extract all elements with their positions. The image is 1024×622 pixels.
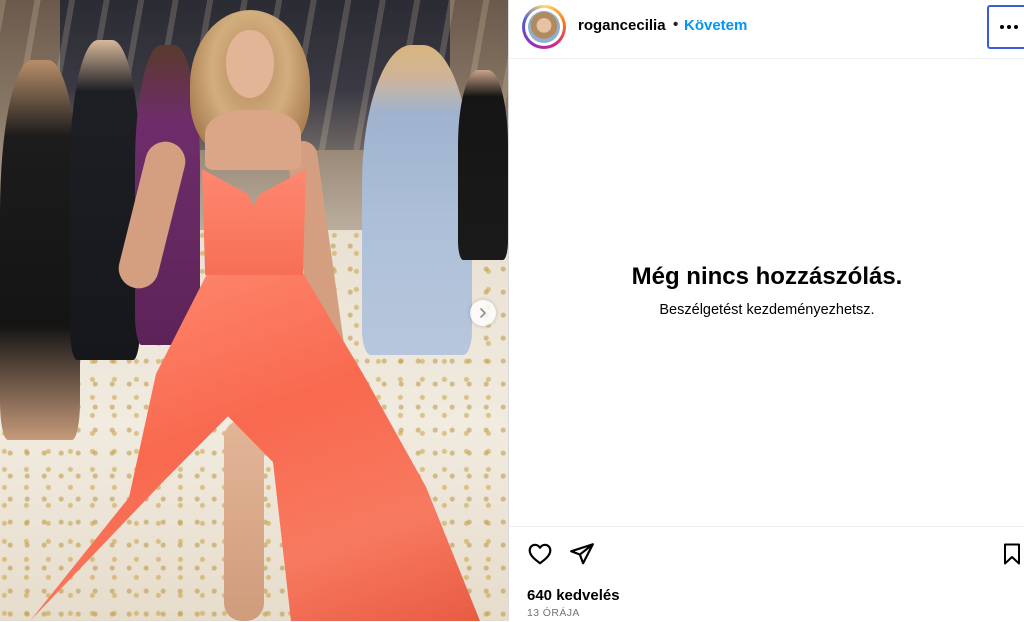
heart-icon bbox=[528, 543, 552, 565]
bookmark-icon bbox=[1004, 543, 1020, 565]
background-person bbox=[0, 60, 80, 440]
carousel-next-button[interactable] bbox=[470, 300, 496, 326]
post-timestamp[interactable]: 13 ÓRÁJA bbox=[527, 607, 580, 619]
post-actions: 640 kedvelés 13 ÓRÁJA bbox=[509, 526, 1024, 622]
no-comments-title: Még nincs hozzászólás. bbox=[631, 263, 903, 290]
header-separator: • bbox=[673, 16, 679, 33]
more-options-button[interactable] bbox=[987, 5, 1024, 49]
author-avatar[interactable] bbox=[522, 5, 566, 49]
avatar-frame bbox=[525, 8, 563, 46]
avatar-image bbox=[528, 11, 560, 43]
share-button[interactable] bbox=[568, 541, 596, 569]
background-person bbox=[458, 70, 508, 260]
subject-leg bbox=[224, 420, 264, 621]
background-person bbox=[362, 45, 472, 355]
like-button[interactable] bbox=[526, 541, 554, 569]
more-horizontal-icon bbox=[1000, 25, 1018, 29]
subject-face bbox=[226, 30, 274, 98]
no-comments-subtitle: Beszélgetést kezdeményezhetsz. bbox=[659, 302, 875, 318]
post-sidebar: rogancecilia • Követem Még nincs hozzász… bbox=[508, 0, 1024, 621]
follow-button[interactable]: Követem bbox=[684, 17, 747, 34]
background-person bbox=[70, 40, 140, 360]
author-username[interactable]: rogancecilia bbox=[578, 17, 666, 34]
post-photo[interactable] bbox=[0, 0, 508, 621]
save-button[interactable] bbox=[998, 541, 1024, 569]
paper-plane-icon bbox=[570, 543, 594, 565]
chevron-right-icon bbox=[480, 308, 486, 318]
subject-shoulders bbox=[205, 110, 301, 170]
post-header: rogancecilia • Követem bbox=[509, 0, 1024, 59]
likes-count[interactable]: 640 kedvelés bbox=[527, 587, 620, 604]
